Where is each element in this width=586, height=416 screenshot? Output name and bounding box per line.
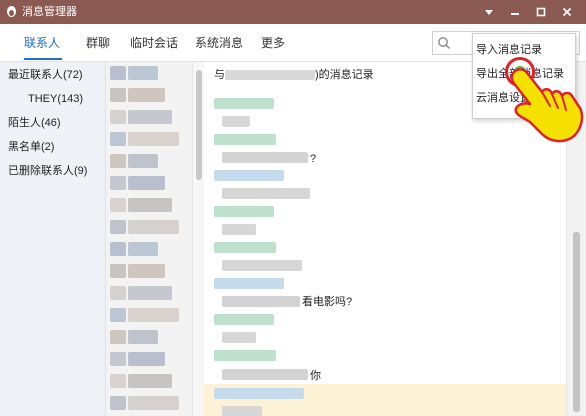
category-blacklist[interactable]: 黑名单(2) <box>8 140 54 154</box>
window-title: 消息管理器 <box>22 6 77 18</box>
blurred-avatar <box>110 110 126 124</box>
contact-list-item[interactable] <box>106 150 192 172</box>
blurred-contact-name <box>128 242 158 256</box>
active-tab-indicator <box>24 58 62 60</box>
contact-list-item[interactable] <box>106 172 192 194</box>
blurred-avatar <box>110 132 126 146</box>
blurred-avatar <box>110 264 126 278</box>
blurred-contact-name <box>128 396 179 410</box>
blurred-avatar <box>110 396 126 410</box>
blurred-contact-name <box>128 330 158 344</box>
contact-list-item[interactable] <box>106 216 192 238</box>
message-history-header: 与 )的消息记录 <box>214 68 374 82</box>
blurred-message-line <box>222 406 262 416</box>
blurred-message-line <box>214 206 274 217</box>
header-suffix: )的消息记录 <box>315 69 374 81</box>
contact-list[interactable] <box>106 62 192 416</box>
blurred-contact-name <box>128 374 172 388</box>
blurred-contact-name <box>128 308 179 322</box>
blurred-avatar <box>110 374 126 388</box>
contact-list-item[interactable] <box>106 128 192 150</box>
menu-dropdown-button[interactable] <box>476 0 502 24</box>
blurred-avatar <box>110 154 126 168</box>
blurred-contact-name <box>128 88 165 102</box>
message-text: ? <box>310 153 317 165</box>
blurred-message-line <box>222 332 256 343</box>
blurred-message-line <box>214 170 284 181</box>
penguin-icon <box>5 5 18 18</box>
title-bar: 消息管理器 <box>0 0 586 24</box>
contact-list-item[interactable] <box>106 282 192 304</box>
blurred-message-line <box>222 224 256 235</box>
blurred-message-line <box>214 98 274 109</box>
blurred-message-line <box>222 116 250 127</box>
category-deleted-contacts[interactable]: 已删除联系人(9) <box>8 164 87 178</box>
blurred-message-line <box>214 278 284 289</box>
blurred-avatar <box>110 88 126 102</box>
contact-list-item[interactable] <box>106 370 192 392</box>
blurred-contact-name <box>128 132 179 146</box>
blurred-contact-name <box>128 198 172 212</box>
blurred-contact-name <box>128 66 158 80</box>
blurred-contact-name <box>128 220 179 234</box>
blurred-avatar <box>110 286 126 300</box>
tab-contacts[interactable]: 联系人 <box>24 35 60 51</box>
blurred-contact-name <box>128 176 165 190</box>
category-they[interactable]: THEY(143) <box>28 92 83 106</box>
maximize-button[interactable] <box>528 0 554 24</box>
blurred-contact-name <box>128 264 165 278</box>
blurred-contact-name <box>225 70 315 81</box>
blurred-avatar <box>110 198 126 212</box>
contact-list-item[interactable] <box>106 260 192 282</box>
pointing-hand-icon <box>500 66 586 146</box>
blurred-message-line <box>214 242 276 253</box>
contact-list-item[interactable] <box>106 348 192 370</box>
blurred-avatar <box>110 308 126 322</box>
contact-list-item[interactable] <box>106 106 192 128</box>
blurred-avatar <box>110 176 126 190</box>
category-recent-contacts[interactable]: 最近联系人(72) <box>8 68 83 82</box>
blurred-message-line <box>222 152 308 163</box>
blurred-message-line <box>214 314 274 325</box>
contact-list-item[interactable] <box>106 392 192 414</box>
contact-list-item[interactable] <box>106 84 192 106</box>
contact-list-scroll-thumb[interactable] <box>196 70 202 180</box>
contact-list-item[interactable] <box>106 326 192 348</box>
close-button[interactable] <box>554 0 580 24</box>
message-text: 你 <box>310 370 321 382</box>
blurred-message-line <box>222 188 310 199</box>
blurred-avatar <box>110 66 126 80</box>
message-text: 看电影吗? <box>302 296 353 308</box>
minimize-button[interactable] <box>502 0 528 24</box>
blurred-message-line <box>214 350 276 361</box>
header-prefix: 与 <box>214 69 225 81</box>
blurred-message-line <box>222 296 300 307</box>
contact-list-item[interactable] <box>106 194 192 216</box>
tab-temp-chats[interactable]: 临时会话 <box>130 35 178 51</box>
blurred-avatar <box>110 352 126 366</box>
blurred-avatar <box>110 242 126 256</box>
blurred-message-line <box>214 134 276 145</box>
blurred-message-line <box>214 388 304 399</box>
blurred-avatar <box>110 220 126 234</box>
category-strangers[interactable]: 陌生人(46) <box>8 116 61 130</box>
contact-list-item[interactable] <box>106 62 192 84</box>
blurred-contact-name <box>128 154 158 168</box>
contact-list-scrollbar[interactable] <box>192 62 204 416</box>
blurred-contact-name <box>128 286 172 300</box>
tab-system-messages[interactable]: 系统消息 <box>195 35 243 51</box>
blurred-contact-name <box>128 110 172 124</box>
message-scroll-thumb[interactable] <box>573 232 580 412</box>
tab-groups[interactable]: 群聊 <box>86 35 110 51</box>
contact-list-item[interactable] <box>106 304 192 326</box>
blurred-message-line <box>222 369 308 380</box>
tab-more[interactable]: 更多 <box>261 35 285 51</box>
blurred-message-line <box>222 260 302 271</box>
blurred-avatar <box>110 330 126 344</box>
blurred-contact-name <box>128 352 165 366</box>
contact-list-item[interactable] <box>106 238 192 260</box>
category-panel: 最近联系人(72) THEY(143) 陌生人(46) 黑名单(2) 已删除联系… <box>0 62 106 416</box>
menu-item-import-records[interactable]: 导入消息记录 <box>476 43 572 57</box>
